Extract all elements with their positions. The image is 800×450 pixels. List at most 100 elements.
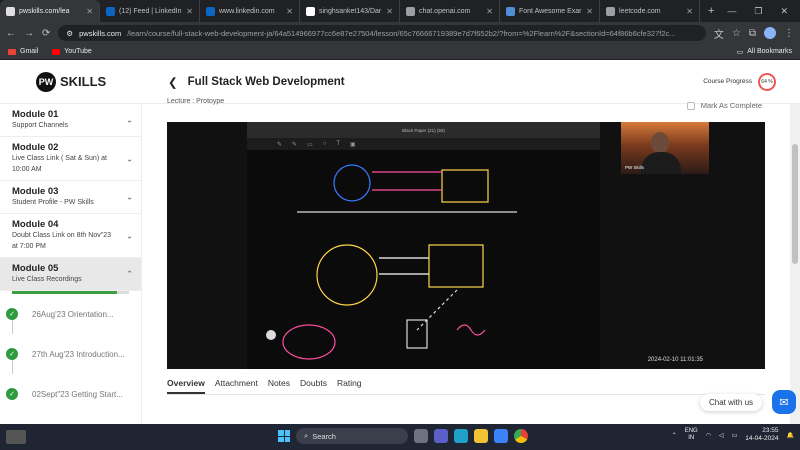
site-info-icon[interactable]: ⚙ <box>66 29 73 38</box>
module-01[interactable]: Module 01 Support Channels ⌄ <box>0 104 141 137</box>
browser-tab[interactable]: www.linkedin.com ✕ <box>200 0 300 22</box>
tab-notes[interactable]: Notes <box>268 378 290 394</box>
forward-icon[interactable]: → <box>24 28 34 39</box>
tab-close-icon[interactable]: ✕ <box>386 7 393 16</box>
shared-screen: Black Paper (21) (50) ✎ ✎ ▭ ○ T ▣ <box>247 122 600 369</box>
tab-overview[interactable]: Overview <box>167 378 205 394</box>
module-02[interactable]: Module 02 Live Class Link ( Sat & Sun) a… <box>0 137 141 181</box>
logo-text: SKILLS <box>60 74 107 89</box>
tab-close-icon[interactable]: ✕ <box>686 7 693 16</box>
instructor-head <box>651 132 669 154</box>
folder-icon: ▭ <box>736 48 744 56</box>
edge-icon[interactable] <box>454 429 468 443</box>
whiteboard-title: Black Paper (21) (50) <box>402 127 445 133</box>
translate-icon[interactable]: 文 <box>714 26 724 41</box>
tab-label: leetcode.com <box>619 7 661 15</box>
module-04[interactable]: Module 04 Doubt Class Link on 8th Nov"23… <box>0 214 141 258</box>
browser-menu-icon[interactable]: ⋮ <box>784 28 794 39</box>
lesson-item[interactable]: ✓ 02Sept"23 Getting Start... <box>0 374 141 414</box>
scrollbar-thumb[interactable] <box>792 144 798 264</box>
tab-close-icon[interactable]: ✕ <box>86 7 93 16</box>
chevron-up-icon: ⌃ <box>126 269 133 279</box>
module-subtitle: Doubt Class Link on 8th Nov"23 at 7:00 P… <box>12 232 111 250</box>
progress-label: Course Progress <box>703 78 752 85</box>
small-object-box <box>406 319 428 349</box>
system-clock[interactable]: 23:55 14-04-2024 <box>745 427 778 443</box>
check-icon: ✓ <box>6 388 18 400</box>
close-icon[interactable]: ✕ <box>780 6 788 17</box>
back-chevron-icon[interactable]: ❮ <box>168 75 178 89</box>
video-player[interactable]: Black Paper (21) (50) ✎ ✎ ▭ ○ T ▣ PW Ski… <box>167 122 765 369</box>
dotted-link <box>416 289 458 331</box>
url-field[interactable]: ⚙ pwskills.com/learn/course/full-stack-w… <box>58 25 706 41</box>
teams-icon[interactable] <box>434 429 448 443</box>
youtube-icon <box>52 48 61 55</box>
minimize-icon[interactable]: — <box>727 6 736 17</box>
browser-tab[interactable]: (12) Feed | LinkedIn ✕ <box>100 0 200 22</box>
browser-tab[interactable]: leetcode.com ✕ <box>600 0 700 22</box>
weather-widget[interactable] <box>6 430 26 444</box>
chevron-up-icon[interactable]: ⌃ <box>672 432 677 439</box>
chat-icon[interactable]: ✉ <box>772 390 797 414</box>
page-scrollbar[interactable] <box>790 104 800 424</box>
tab-rating[interactable]: Rating <box>337 378 362 394</box>
tab-close-icon[interactable]: ✕ <box>186 7 193 16</box>
mark-complete[interactable]: Mark As Complete <box>686 101 762 110</box>
page-header: PW SKILLS ❮ Full Stack Web Development C… <box>0 60 800 104</box>
tab-close-icon[interactable]: ✕ <box>286 7 293 16</box>
bookmark-label: Gmail <box>20 48 39 55</box>
language-indicator[interactable]: ENG IN <box>685 428 698 442</box>
bookmarks-bar: Gmail YouTube ▭ All Bookmarks <box>0 44 800 60</box>
lesson-item[interactable]: ✓ 26Aug'23 Orientation... <box>0 294 141 334</box>
url-host: pwskills.com <box>79 28 122 38</box>
constructor-box-top <box>441 169 489 203</box>
wifi-icon[interactable]: ◠ <box>706 432 711 439</box>
tab-attachment[interactable]: Attachment <box>215 378 258 394</box>
tab-label: www.linkedin.com <box>219 7 275 15</box>
task-view-icon[interactable] <box>414 429 428 443</box>
whiteboard-toolbar: ✎ ✎ ▭ ○ T ▣ <box>247 138 600 150</box>
tab-label: pwskills.com/lea <box>19 7 70 15</box>
object-circle <box>333 164 371 202</box>
browser-tab[interactable]: singhsanket143/Dar ✕ <box>300 0 400 22</box>
chrome-icon[interactable] <box>514 429 528 443</box>
browser-tab[interactable]: pwskills.com/lea ✕ <box>0 0 100 22</box>
profile-avatar[interactable] <box>764 27 776 39</box>
chat-with-us-label[interactable]: Chat with us <box>700 393 763 411</box>
module-03[interactable]: Module 03 Student Profile - PW Skills ⌄ <box>0 181 141 214</box>
file-explorer-icon[interactable] <box>474 429 488 443</box>
bookmark-star-icon[interactable]: ☆ <box>732 28 741 39</box>
tab-strip: pwskills.com/lea ✕ (12) Feed | LinkedIn ✕ ww… <box>0 0 700 22</box>
pen-icon: ✎ <box>277 141 283 148</box>
tab-doubts[interactable]: Doubts <box>300 378 327 394</box>
chevron-down-icon: ⌄ <box>126 115 133 125</box>
new-tab-button[interactable]: + <box>700 5 722 17</box>
tab-close-icon[interactable]: ✕ <box>486 7 493 16</box>
tab-close-icon[interactable]: ✕ <box>586 7 593 16</box>
windows-start-icon[interactable] <box>278 430 290 442</box>
video-timestamp: 2024-02-10 11:01:35 <box>647 357 703 363</box>
browser-tab[interactable]: Font Awesome Exar ✕ <box>500 0 600 22</box>
browser-tab[interactable]: chat.openai.com ✕ <box>400 0 500 22</box>
store-icon[interactable] <box>494 429 508 443</box>
lecture-label: Lecture : Protoype <box>167 98 225 105</box>
bookmark-gmail[interactable]: Gmail <box>8 48 38 55</box>
all-bookmarks[interactable]: ▭ All Bookmarks <box>737 48 792 56</box>
battery-icon[interactable]: ▭ <box>732 432 738 439</box>
tab-label: chat.openai.com <box>419 7 471 15</box>
bookmark-youtube[interactable]: YouTube <box>52 48 92 55</box>
lesson-item[interactable]: ✓ 27th Aug'23 Introduction... <box>0 334 141 374</box>
pw-skills-logo[interactable]: PW SKILLS <box>0 71 142 92</box>
extensions-icon[interactable]: ⧉ <box>749 28 756 39</box>
taskbar-search[interactable]: ⌕ Search <box>296 428 408 444</box>
reload-icon[interactable]: ⟳ <box>42 28 50 39</box>
tab-label: Font Awesome Exar <box>519 7 582 15</box>
logo-badge: PW <box>36 71 56 92</box>
mark-complete-checkbox[interactable] <box>686 101 695 110</box>
back-icon[interactable]: ← <box>6 28 16 39</box>
module-05[interactable]: Module 05 Live Class Recordings ⌃ <box>0 258 141 291</box>
volume-icon[interactable]: ◁ <box>719 432 724 439</box>
maximize-icon[interactable]: ❐ <box>754 6 762 17</box>
prototype-chaining-ellipse <box>282 324 336 360</box>
notification-bell-icon[interactable]: 🔔 <box>787 432 794 439</box>
